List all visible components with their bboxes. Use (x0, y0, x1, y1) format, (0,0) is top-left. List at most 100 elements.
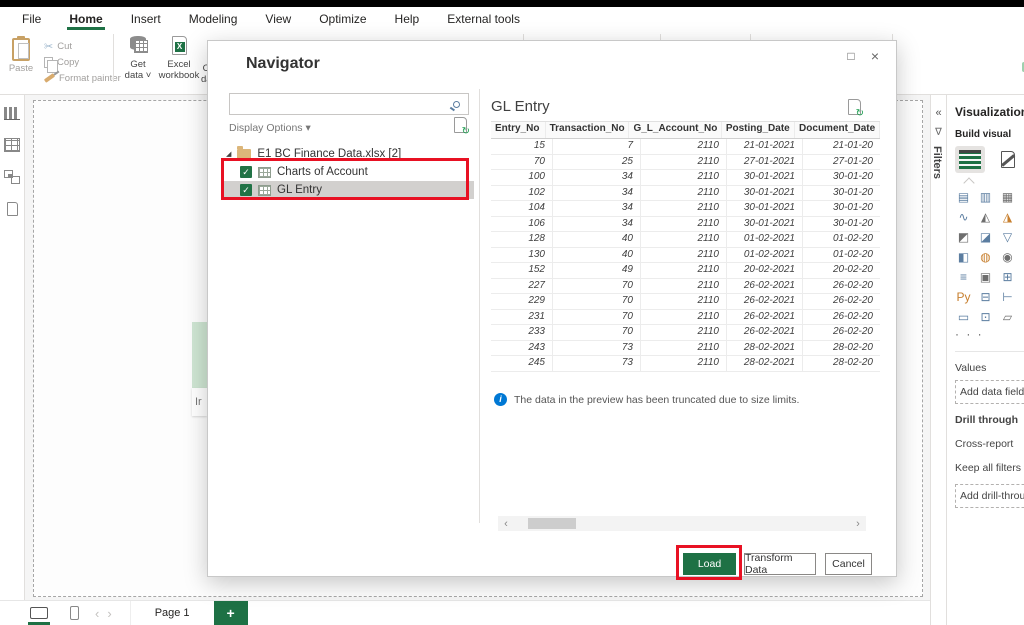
format-painter-button[interactable]: Format painter (44, 70, 121, 86)
treemap-icon[interactable]: ◧ (955, 249, 972, 265)
cell: 102 (491, 186, 553, 201)
keep-all-filters-label[interactable]: Keep all filters (955, 462, 1024, 474)
table-row: 152 49 2110 20-02-2021 20-02-20 (491, 263, 880, 279)
display-options-dropdown[interactable]: Display Options ▾ (229, 122, 311, 134)
copy-icon (44, 57, 53, 68)
stacked-column-chart-icon[interactable]: ▥ (977, 189, 994, 205)
folder-icon (237, 149, 251, 159)
stacked-bar-chart-icon[interactable]: ▤ (955, 189, 972, 205)
scrollbar-track[interactable] (514, 516, 850, 531)
horizontal-scrollbar[interactable]: ‹ › (498, 516, 866, 531)
line-stacked-column-chart-icon[interactable]: ◩ (955, 229, 972, 245)
more-visuals-button[interactable]: · · · (955, 327, 1024, 341)
get-data-button[interactable]: Get data ˅ (120, 36, 156, 81)
build-visual-tab[interactable] (955, 146, 985, 173)
menu-item[interactable]: Help (381, 7, 434, 30)
cell: 231 (491, 310, 553, 325)
paste-button[interactable]: Paste (4, 36, 38, 94)
refresh-table-icon[interactable] (848, 99, 861, 115)
scroll-left-icon[interactable]: ‹ (498, 518, 514, 530)
filled-map-icon[interactable]: ◉ (999, 249, 1016, 265)
cell: 2110 (641, 217, 727, 232)
cell: 21-01-2021 (727, 139, 803, 154)
cross-report-label[interactable]: Cross-report (955, 438, 1024, 450)
model-view-icon[interactable] (4, 170, 20, 184)
search-icon[interactable] (453, 101, 460, 108)
clustered-bar-chart-icon[interactable]: ▦ (999, 189, 1016, 205)
prev-page-arrow-icon[interactable]: ‹ (95, 606, 99, 621)
slicer-icon[interactable]: ⊟ (977, 289, 994, 305)
table-icon[interactable]: ≡ (955, 269, 972, 285)
divider (955, 351, 1024, 352)
stacked-area-chart-icon[interactable]: ◮ (999, 209, 1016, 225)
card-icon[interactable]: ▭ (955, 309, 972, 325)
paginated-report-icon[interactable]: ▱ (999, 309, 1016, 325)
table-row: 243 73 2110 28-02-2021 28-02-20 (491, 341, 880, 357)
cell: 26-02-2021 (727, 279, 803, 294)
next-page-arrow-icon[interactable]: › (107, 606, 111, 621)
cell: 15 (491, 139, 553, 154)
expand-collapse-icon[interactable]: ◢ (226, 150, 231, 158)
checkbox-checked-icon[interactable]: ✓ (240, 166, 252, 178)
close-icon[interactable]: × (866, 47, 884, 65)
cancel-button[interactable]: Cancel (825, 553, 872, 575)
area-chart-icon[interactable]: ◭ (977, 209, 994, 225)
format-painter-icon (44, 73, 55, 83)
cell: 26-02-2021 (727, 325, 803, 340)
filters-label[interactable]: Filters (931, 146, 943, 179)
funnel-chart-icon[interactable]: ▽ (999, 229, 1016, 245)
line-clustered-column-chart-icon[interactable]: ◪ (977, 229, 994, 245)
truncation-info: i The data in the preview has been trunc… (494, 393, 799, 406)
format-visual-tab[interactable] (1001, 151, 1015, 168)
refresh-preview-icon[interactable] (454, 117, 467, 133)
cell: 106 (491, 217, 553, 232)
menu-item[interactable]: Optimize (305, 7, 380, 30)
excel-workbook-button[interactable]: Excel workbook (158, 36, 200, 81)
filters-funnel-icon: ∇ (931, 127, 946, 138)
menu-item[interactable]: File (8, 7, 55, 30)
search-input[interactable] (230, 94, 453, 114)
cell: 30-01-20 (803, 170, 880, 185)
scrollbar-thumb[interactable] (528, 518, 576, 529)
cut-button[interactable]: ✂ Cut (44, 38, 121, 54)
cell: 01-02-2021 (727, 248, 803, 263)
menu-item[interactable]: Insert (117, 7, 175, 30)
preview-table: Entry_NoTransaction_NoG_L_Account_NoPost… (491, 121, 880, 372)
transform-data-button[interactable]: Transform Data (744, 553, 816, 575)
data-view-icon[interactable] (4, 138, 20, 152)
maximize-icon[interactable]: □ (842, 47, 860, 65)
cell: 70 (553, 310, 641, 325)
excel-workbook-icon (172, 36, 187, 55)
scroll-right-icon[interactable]: › (850, 518, 866, 530)
menu-item[interactable]: View (251, 7, 305, 30)
cell: 34 (553, 170, 641, 185)
decomposition-tree-icon[interactable]: ⊢ (999, 289, 1016, 305)
add-page-button[interactable]: + (214, 601, 248, 625)
line-chart-icon[interactable]: ∿ (955, 209, 972, 225)
menu-item[interactable]: External tools (433, 7, 534, 30)
info-message: The data in the preview has been truncat… (514, 394, 799, 406)
add-drill-through-dropzone[interactable]: Add drill-through (955, 484, 1024, 508)
report-view-icon[interactable] (4, 107, 20, 120)
map-icon[interactable]: ◍ (977, 249, 994, 265)
menu-item[interactable]: Modeling (175, 7, 252, 30)
matrix-icon[interactable]: ⊞ (999, 269, 1016, 285)
checkbox-checked-icon[interactable]: ✓ (240, 184, 252, 196)
tree-root-workbook[interactable]: ◢ E1 BC Finance Data.xlsx [2] (222, 145, 474, 163)
multi-row-card-icon[interactable]: ▣ (977, 269, 994, 285)
view-rail (0, 95, 25, 600)
dax-query-view-icon[interactable] (7, 202, 18, 216)
add-data-fields-dropzone[interactable]: Add data fields h (955, 380, 1024, 404)
page-tab[interactable]: Page 1 (130, 601, 214, 625)
calculation-icon[interactable]: ⊡ (977, 309, 994, 325)
mobile-layout-icon[interactable] (70, 606, 79, 620)
menu-item[interactable]: Home (55, 7, 116, 30)
dialog-title: Navigator (246, 55, 320, 73)
copy-button[interactable]: Copy (44, 54, 121, 70)
collapse-panel-icon[interactable]: « (931, 107, 946, 119)
python-visual-icon[interactable]: Py (955, 289, 972, 305)
cell: 130 (491, 248, 553, 263)
cell: 28-02-2021 (727, 356, 803, 371)
desktop-layout-button[interactable] (0, 601, 48, 625)
load-button[interactable]: Load (683, 553, 736, 575)
